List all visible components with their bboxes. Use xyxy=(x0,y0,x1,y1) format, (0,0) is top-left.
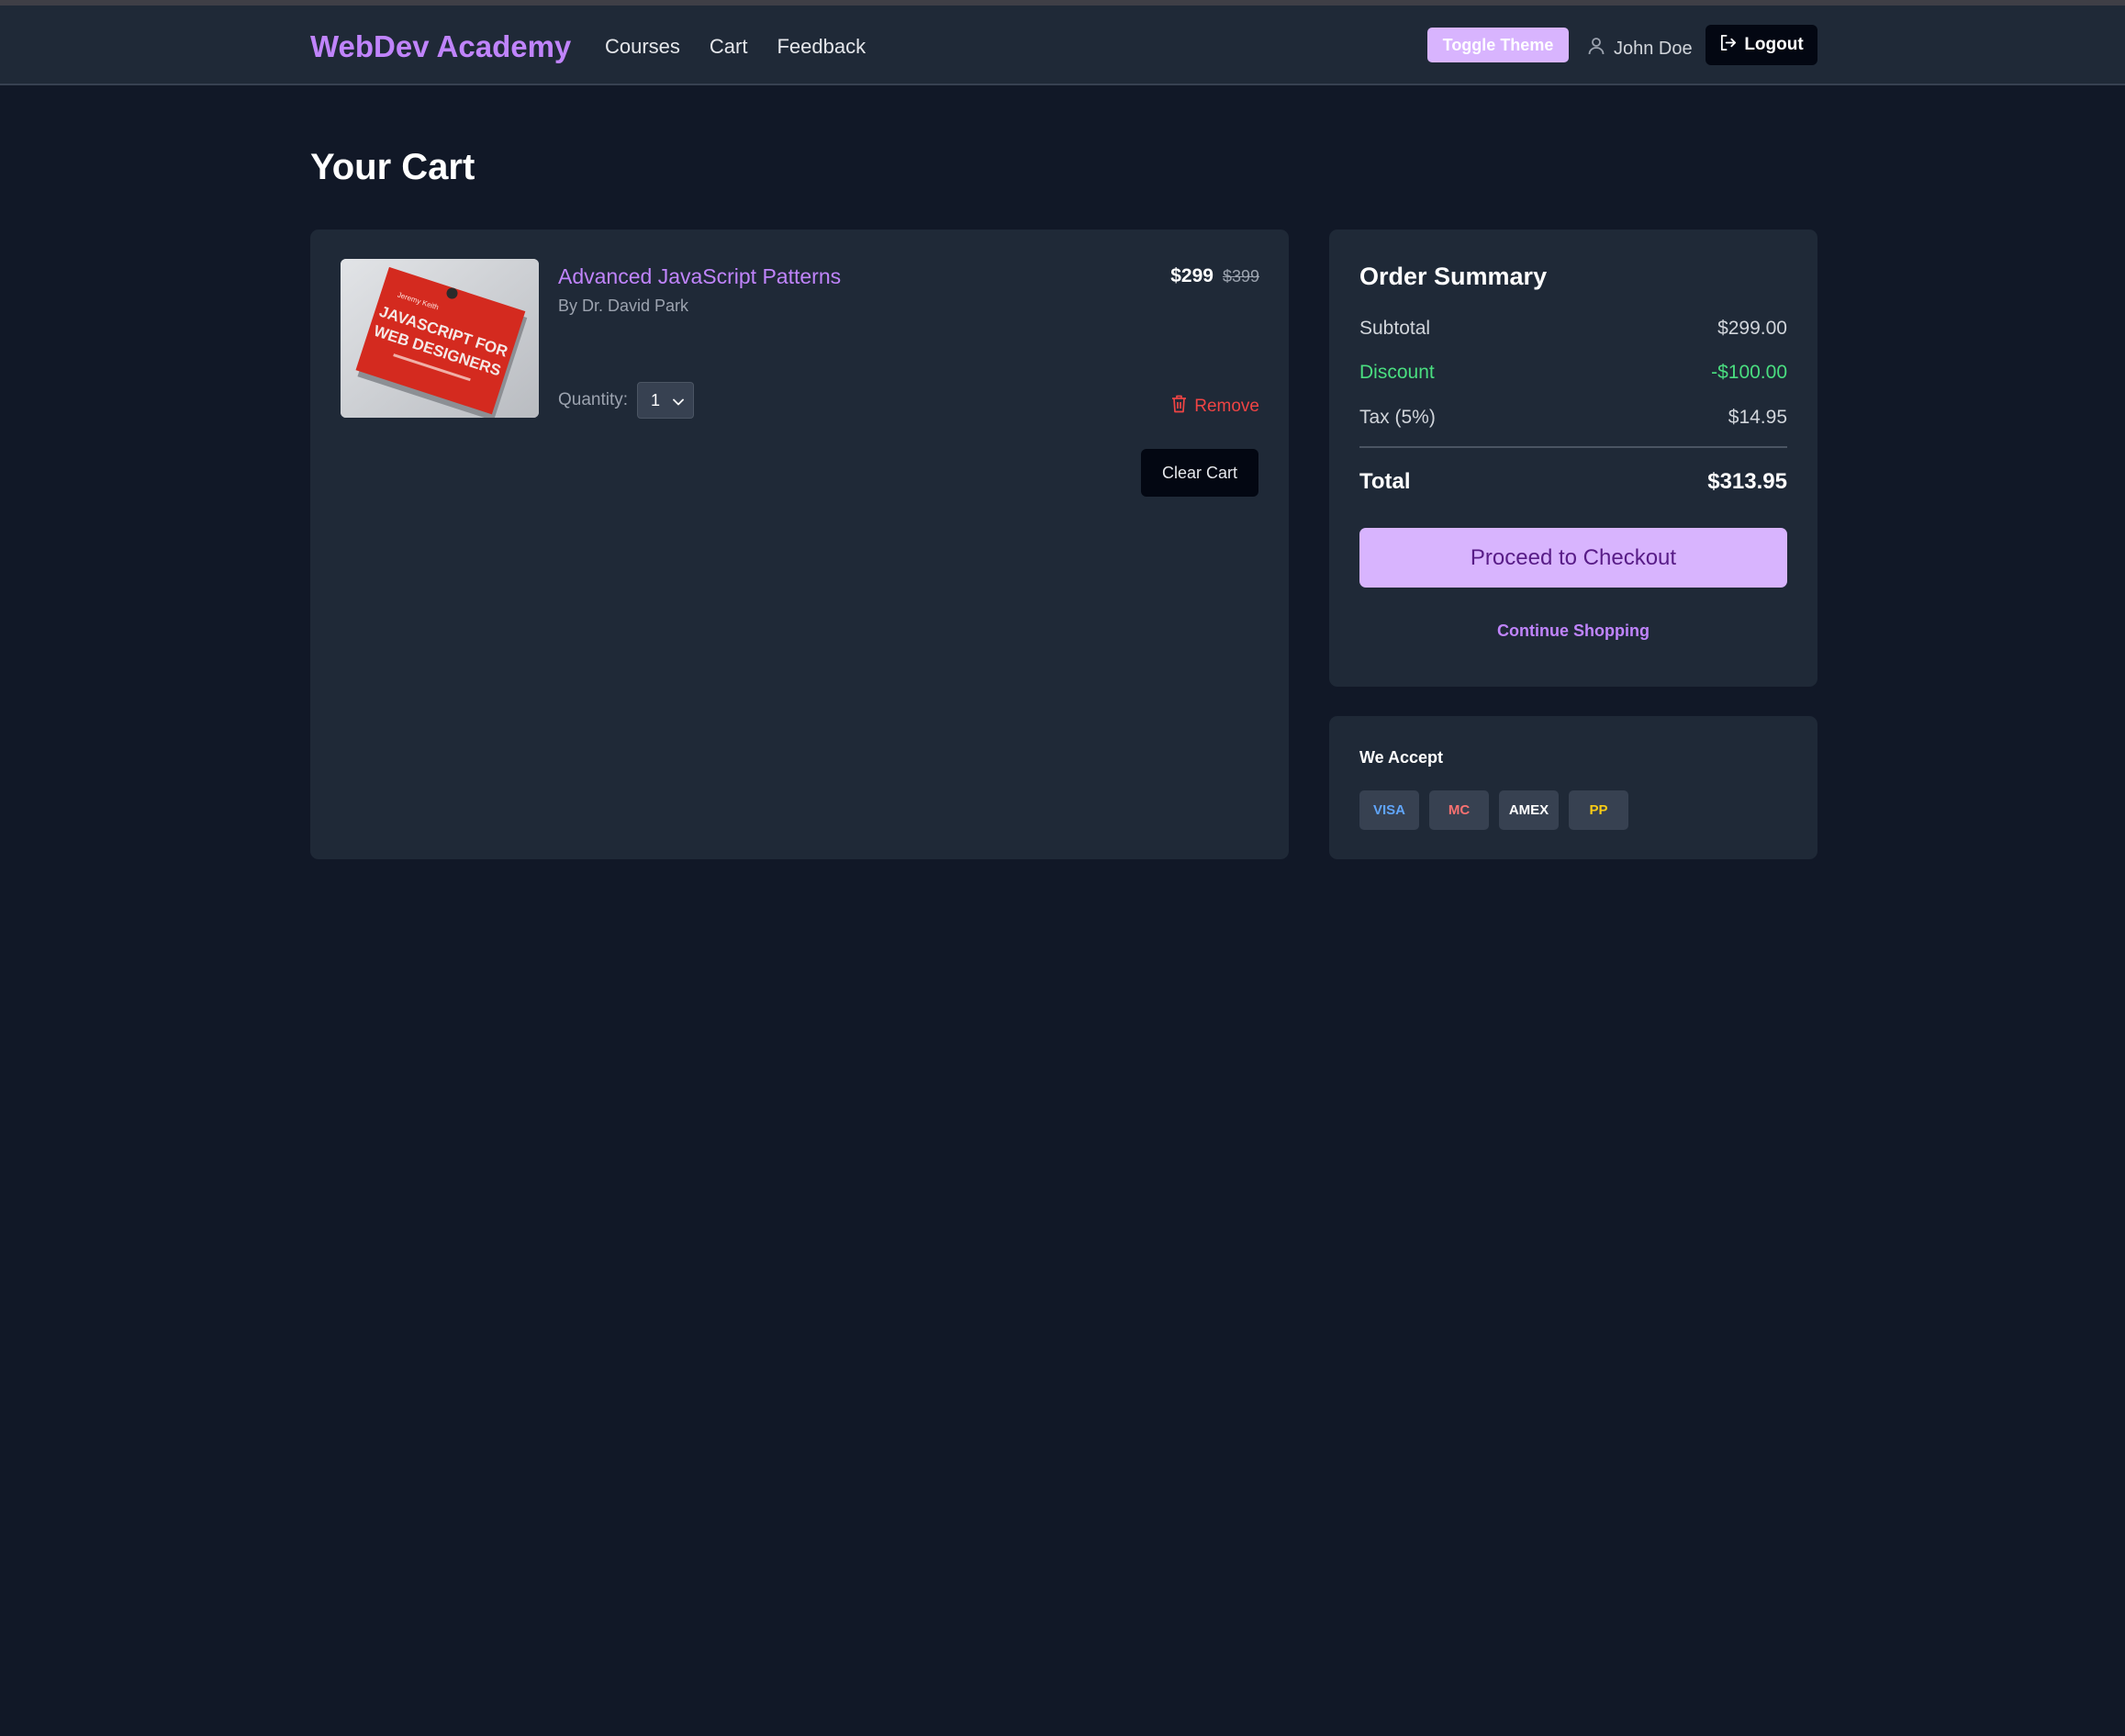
logout-label: Logout xyxy=(1744,35,1804,54)
total-label: Total xyxy=(1359,469,1411,494)
summary-divider xyxy=(1359,446,1787,448)
order-summary-panel: Order Summary Subtotal $299.00 Discount … xyxy=(1329,230,1817,687)
brand-logo[interactable]: WebDev Academy xyxy=(310,29,571,64)
cart-items-panel: Jeremy Keith JAVASCRIPT FOR WEB DESIGNER… xyxy=(310,230,1289,859)
toggle-theme-button[interactable]: Toggle Theme xyxy=(1427,28,1569,62)
logout-button[interactable]: Logout xyxy=(1706,25,1817,65)
course-title[interactable]: Advanced JavaScript Patterns xyxy=(558,264,841,289)
payment-card-list: VISA MC AMEX PP xyxy=(1359,790,1628,830)
logout-icon xyxy=(1719,34,1737,57)
amex-badge: AMEX xyxy=(1499,790,1559,830)
subtotal-row: Subtotal $299.00 xyxy=(1359,318,1787,340)
visa-badge: VISA xyxy=(1359,790,1419,830)
current-price: $299 xyxy=(1170,265,1213,286)
subtotal-label: Subtotal xyxy=(1359,318,1431,339)
payment-methods-panel: We Accept VISA MC AMEX PP xyxy=(1329,716,1817,859)
remove-label: Remove xyxy=(1194,397,1259,416)
discount-label: Discount xyxy=(1359,362,1435,383)
nav-feedback[interactable]: Feedback xyxy=(777,35,866,59)
checkout-button[interactable]: Proceed to Checkout xyxy=(1359,528,1787,588)
tax-value: $14.95 xyxy=(1728,407,1787,428)
quantity-control: Quantity: 1 xyxy=(558,382,695,419)
mastercard-badge: MC xyxy=(1429,790,1489,830)
page-title: Your Cart xyxy=(310,147,475,187)
top-navbar: WebDev Academy Courses Cart Feedback Tog… xyxy=(0,6,2125,85)
course-thumbnail[interactable]: Jeremy Keith JAVASCRIPT FOR WEB DESIGNER… xyxy=(341,259,539,418)
remove-item-button[interactable]: Remove xyxy=(1171,395,1259,419)
user-profile[interactable]: John Doe xyxy=(1588,37,1693,61)
quantity-select[interactable]: 1 xyxy=(637,382,695,419)
total-row: Total $313.95 xyxy=(1359,469,1787,495)
continue-shopping-link[interactable]: Continue Shopping xyxy=(1329,622,1817,641)
total-value: $313.95 xyxy=(1707,469,1787,494)
user-icon xyxy=(1588,37,1605,61)
discount-row: Discount -$100.00 xyxy=(1359,362,1787,384)
nav-cart[interactable]: Cart xyxy=(710,35,748,59)
quantity-label: Quantity: xyxy=(558,390,629,409)
discount-value: -$100.00 xyxy=(1711,362,1787,383)
clear-cart-button[interactable]: Clear Cart xyxy=(1141,449,1258,497)
course-author: By Dr. David Park xyxy=(558,297,689,315)
user-name: John Doe xyxy=(1614,38,1693,59)
paypal-badge: PP xyxy=(1569,790,1628,830)
subtotal-value: $299.00 xyxy=(1717,318,1787,339)
main-nav: Courses Cart Feedback xyxy=(605,35,866,59)
tax-label: Tax (5%) xyxy=(1359,407,1436,428)
order-summary-title: Order Summary xyxy=(1359,263,1548,290)
nav-courses[interactable]: Courses xyxy=(605,35,680,59)
tax-row: Tax (5%) $14.95 xyxy=(1359,407,1787,429)
quantity-value: 1 xyxy=(651,390,661,409)
chevron-down-icon xyxy=(673,391,684,410)
original-price: $399 xyxy=(1222,267,1259,286)
trash-icon xyxy=(1171,395,1187,419)
payment-methods-title: We Accept xyxy=(1359,748,1444,767)
course-price: $299 $399 xyxy=(1170,265,1259,287)
